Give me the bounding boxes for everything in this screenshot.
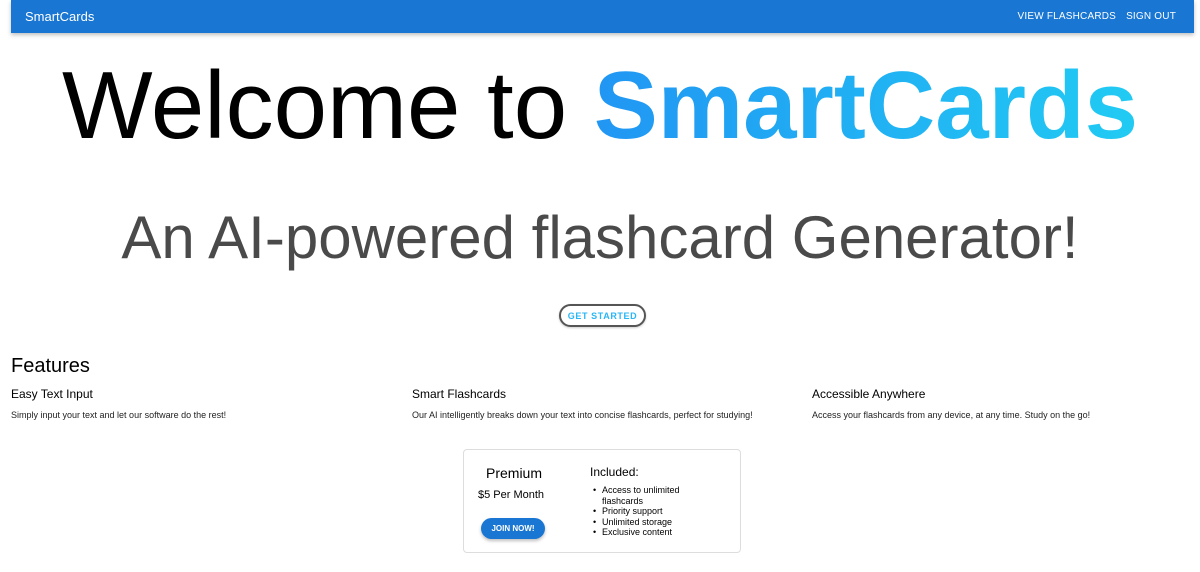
included-list: Access to unlimited flashcards Priority …: [593, 485, 712, 538]
feature-description: Our AI intelligently breaks down your te…: [412, 410, 753, 420]
features-heading: Features: [11, 355, 90, 377]
view-flashcards-link[interactable]: VIEW FLASHCARDS: [1017, 11, 1116, 22]
sign-out-link[interactable]: SIGN OUT: [1126, 11, 1176, 22]
feature-title: Smart Flashcards: [412, 387, 507, 401]
premium-plan-card: Premium $5 Per Month JOIN NOW! Included:…: [463, 449, 741, 553]
get-started-button[interactable]: GET STARTED: [559, 304, 646, 327]
app-bar: SmartCards VIEW FLASHCARDS SIGN OUT: [11, 0, 1194, 33]
join-now-button[interactable]: JOIN NOW!: [481, 518, 545, 539]
feature-description: Access your flashcards from any device, …: [812, 410, 1091, 420]
included-heading: Included:: [590, 465, 639, 479]
included-item: Access to unlimited flashcards: [593, 485, 712, 506]
hero-title-prefix: Welcome to: [62, 52, 594, 159]
feature-easy-text-input: Easy Text Input Simply input your text a…: [11, 387, 226, 421]
plan-name: Premium: [486, 465, 543, 481]
feature-description: Simply input your text and let our softw…: [11, 410, 227, 420]
included-item: Unlimited storage: [593, 517, 712, 528]
top-nav: VIEW FLASHCARDS SIGN OUT: [1017, 11, 1176, 22]
brand-logo-text[interactable]: SmartCards: [25, 9, 94, 24]
feature-title: Easy Text Input: [11, 387, 93, 401]
feature-smart-flashcards: Smart Flashcards Our AI intelligently br…: [412, 387, 753, 421]
included-item: Priority support: [593, 506, 712, 517]
included-item: Exclusive content: [593, 527, 712, 538]
feature-accessible-anywhere: Accessible Anywhere Access your flashcar…: [812, 387, 1090, 421]
feature-title: Accessible Anywhere: [812, 387, 926, 401]
hero-subtitle: An AI-powered flashcard Generator!: [121, 204, 1079, 271]
hero-title: Welcome to SmartCards: [0, 58, 1200, 154]
plan-price: $5 Per Month: [478, 489, 545, 501]
hero-title-accent: SmartCards: [593, 52, 1138, 159]
